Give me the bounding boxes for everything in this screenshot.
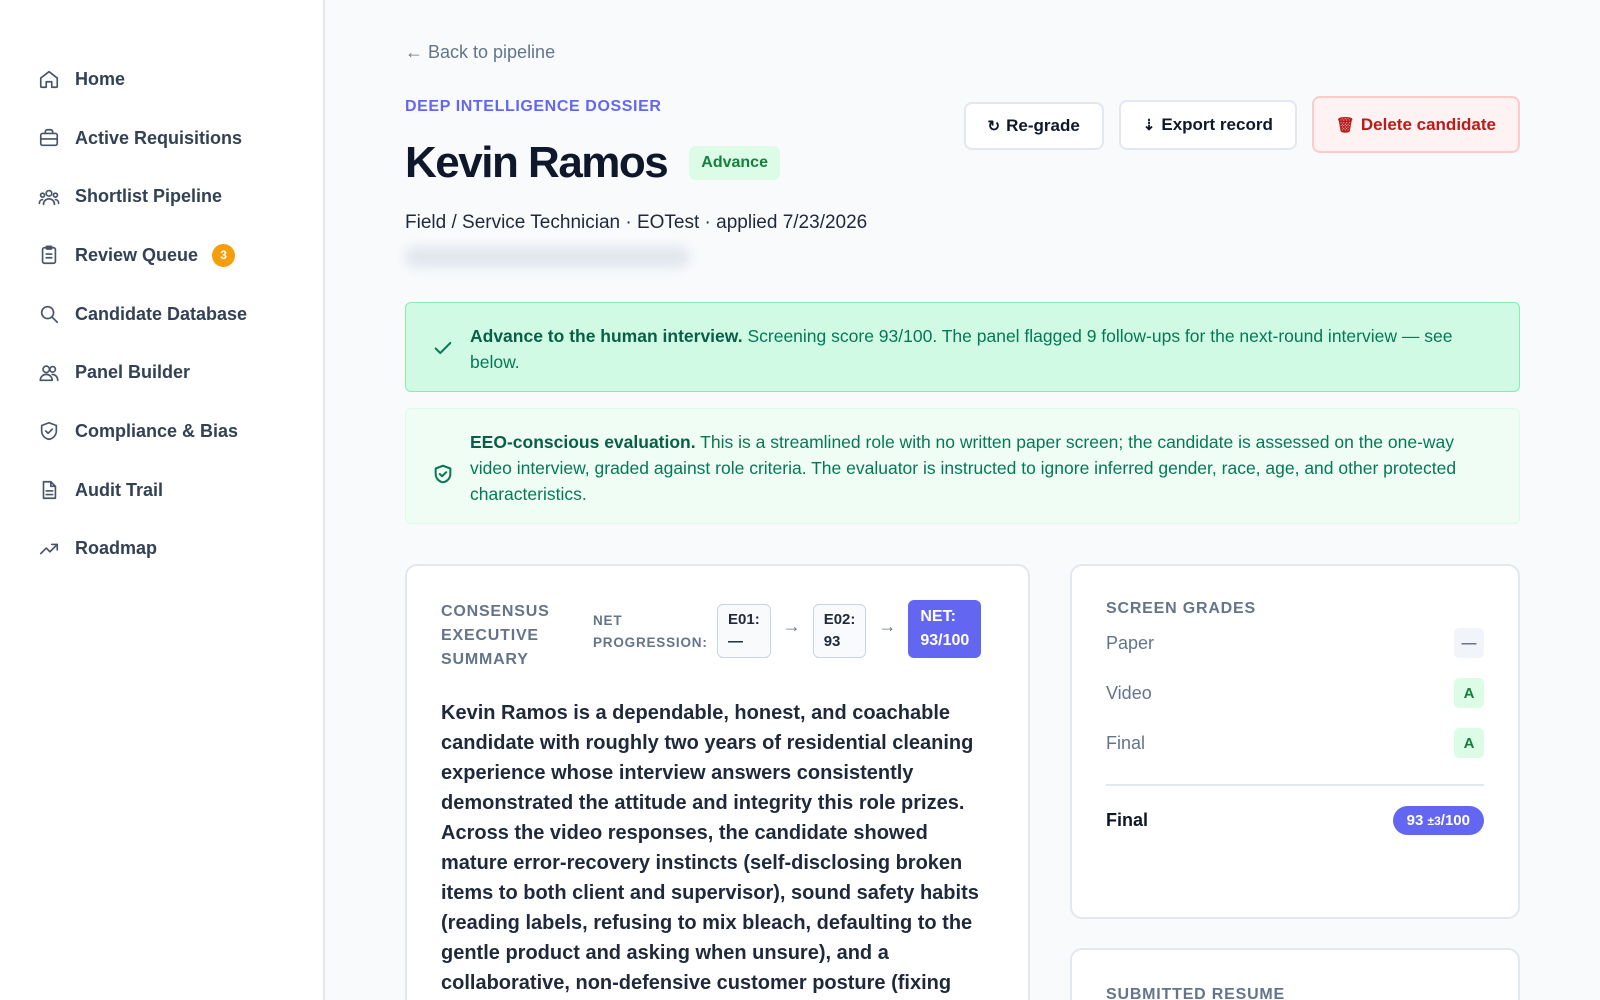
sidebar-item-label: Panel Builder xyxy=(75,362,191,383)
arrow-right-icon: → xyxy=(878,616,897,636)
sidebar-item-home[interactable]: Home xyxy=(0,50,323,109)
grades-divider xyxy=(1106,784,1484,786)
trash-icon: 🗑 xyxy=(1335,116,1355,134)
executive-summary-card: CONSENSUS EXECUTIVE SUMMARY NET PROGRESS… xyxy=(405,564,1030,1000)
shield-icon xyxy=(38,420,60,442)
net-box-value: 93/100 xyxy=(920,632,970,649)
refresh-icon: ↻ xyxy=(987,118,1001,135)
sidebar-item-label: Active Requisitions xyxy=(75,127,243,148)
advance-alert-title: Advance to the human interview. xyxy=(470,326,743,346)
sidebar-item-candidate-database[interactable]: Candidate Database xyxy=(0,285,323,344)
grade-chip: — xyxy=(1454,628,1484,658)
final-score: 93 xyxy=(1406,812,1424,829)
search-icon xyxy=(38,303,60,325)
final-label: Final xyxy=(1106,810,1149,830)
clipboard-icon xyxy=(38,244,60,266)
grade-row-video: Video A xyxy=(1106,668,1484,718)
download-icon: ⇣ xyxy=(1142,117,1156,134)
regrade-label: Re-grade xyxy=(1006,116,1080,135)
arrow-right-icon: → xyxy=(782,616,801,636)
sidebar-item-compliance-bias[interactable]: Compliance & Bias xyxy=(0,402,323,461)
sidebar-item-roadmap[interactable]: Roadmap xyxy=(0,520,323,579)
sidebar-item-label: Review Queue xyxy=(75,244,199,265)
status-badge: Advance xyxy=(689,146,780,180)
redacted-email xyxy=(405,246,690,268)
export-label: Export record xyxy=(1161,115,1273,134)
candidate-subtitle: Field / Service Technician · EOTest · ap… xyxy=(405,212,868,233)
summary-title: CONSENSUS EXECUTIVE SUMMARY xyxy=(441,603,550,668)
grade-label: Paper xyxy=(1106,632,1155,653)
grade-label: Video xyxy=(1106,682,1152,703)
net-score-box: NET: 93/100 xyxy=(908,600,982,658)
regrade-button[interactable]: ↻ Re-grade xyxy=(963,102,1104,150)
final-margin: ±3 xyxy=(1427,814,1441,828)
e01-label: E01: xyxy=(728,611,760,628)
final-score-pill: 93 ±3/100 xyxy=(1392,806,1484,835)
candidate-header: Kevin Ramos Advance xyxy=(405,138,780,188)
dossier-main: ← Back to pipeline DEEP INTELLIGENCE DOS… xyxy=(405,0,1520,1000)
net-progression-label: NET PROGRESSION: xyxy=(593,613,708,650)
document-icon xyxy=(38,479,60,501)
sidebar-item-label: Candidate Database xyxy=(75,303,248,324)
eeo-alert-text: EEO-conscious evaluation. This is a stre… xyxy=(470,429,1489,507)
sidebar: Home Active Requisitions Shortlist Pipel… xyxy=(0,0,325,1000)
check-icon xyxy=(432,337,454,359)
grade-chip: A xyxy=(1454,728,1484,758)
users-icon xyxy=(38,186,60,208)
grade-label: Final xyxy=(1106,732,1146,753)
sidebar-item-audit-trail[interactable]: Audit Trail xyxy=(0,461,323,520)
final-score-row: Final 93 ±3/100 xyxy=(1106,806,1484,835)
summary-text: Kevin Ramos is a dependable, honest, and… xyxy=(441,702,979,994)
e01-step: E01: — xyxy=(717,604,771,658)
candidate-name: Kevin Ramos xyxy=(405,138,669,187)
delete-candidate-button[interactable]: 🗑 Delete candidate xyxy=(1311,96,1520,153)
eeo-alert: EEO-conscious evaluation. This is a stre… xyxy=(405,408,1520,524)
e01-value: — xyxy=(728,633,743,650)
back-to-pipeline-link[interactable]: ← Back to pipeline xyxy=(405,42,555,63)
eeo-alert-title: EEO-conscious evaluation. xyxy=(470,432,696,452)
delete-label: Delete candidate xyxy=(1360,114,1496,134)
grade-chip: A xyxy=(1454,678,1484,708)
advance-alert-text: Advance to the human interview. Screenin… xyxy=(470,323,1489,375)
sidebar-item-active-requisitions[interactable]: Active Requisitions xyxy=(0,109,323,168)
grade-row-final: Final A xyxy=(1106,718,1484,768)
sidebar-item-label: Roadmap xyxy=(75,538,158,559)
review-count-badge: 3 xyxy=(212,243,236,267)
net-box-label: NET: xyxy=(920,608,956,625)
screen-grades-card: SCREEN GRADES Paper — Video A Final A Fi… xyxy=(1070,564,1520,919)
sidebar-item-label: Home xyxy=(75,68,126,89)
e02-step: E02: 93 xyxy=(812,604,867,658)
submitted-resume-card: SUBMITTED RESUME xyxy=(1070,948,1520,1000)
export-record-button[interactable]: ⇣ Export record xyxy=(1118,100,1297,150)
briefcase-icon xyxy=(38,127,60,149)
e02-value: 93 xyxy=(823,633,841,650)
sidebar-item-review-queue[interactable]: Review Queue 3 xyxy=(0,226,323,285)
e02-label: E02: xyxy=(823,611,856,628)
advance-alert: Advance to the human interview. Screenin… xyxy=(405,302,1520,392)
sidebar-item-panel-builder[interactable]: Panel Builder xyxy=(0,343,323,402)
sidebar-item-label: Shortlist Pipeline xyxy=(75,186,223,207)
resume-title: SUBMITTED RESUME xyxy=(1106,986,1286,1000)
sidebar-item-shortlist-pipeline[interactable]: Shortlist Pipeline xyxy=(0,167,323,226)
user-group-icon xyxy=(38,362,60,384)
home-icon xyxy=(38,68,60,90)
grades-title: SCREEN GRADES xyxy=(1106,600,1256,617)
summary-header: CONSENSUS EXECUTIVE SUMMARY NET PROGRESS… xyxy=(441,600,994,672)
shield-check-icon xyxy=(432,463,454,485)
grade-row-paper: Paper — xyxy=(1106,618,1484,668)
trend-icon xyxy=(38,538,60,560)
sidebar-item-label: Audit Trail xyxy=(75,479,164,500)
sidebar-item-label: Compliance & Bias xyxy=(75,420,239,441)
page-kicker: DEEP INTELLIGENCE DOSSIER xyxy=(405,98,662,115)
header-actions: ↻ Re-grade ⇣ Export record 🗑 Delete cand… xyxy=(963,96,1520,153)
final-denominator: /100 xyxy=(1440,812,1470,829)
